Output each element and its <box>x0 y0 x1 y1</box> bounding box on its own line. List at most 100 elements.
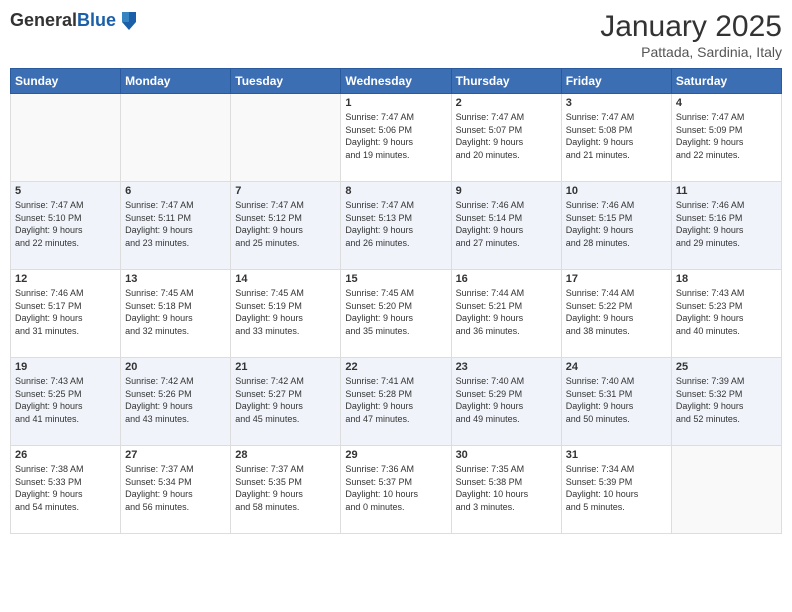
day-info: Sunrise: 7:47 AMSunset: 5:11 PMDaylight:… <box>125 199 226 249</box>
title-block: January 2025 Pattada, Sardinia, Italy <box>600 10 782 60</box>
calendar-cell: 11Sunrise: 7:46 AMSunset: 5:16 PMDayligh… <box>671 182 781 270</box>
calendar-col-header: Friday <box>561 69 671 94</box>
calendar-cell: 3Sunrise: 7:47 AMSunset: 5:08 PMDaylight… <box>561 94 671 182</box>
calendar-week-row: 5 Sunrise: 7:47 AMSunset: 5:10 PMDaylight… <box>11 182 782 270</box>
day-info: Sunrise: 7:44 AMSunset: 5:21 PMDaylight:… <box>456 287 557 337</box>
day-number: 30 <box>456 449 557 461</box>
day-number: 5 <box>15 185 116 197</box>
calendar-cell: 20 Sunrise: 7:42 AMSunset: 5:26 PMDayligh… <box>121 358 231 446</box>
calendar-col-header: Monday <box>121 69 231 94</box>
calendar-week-row: 19Sunrise: 7:43 AMSunset: 5:25 PMDayligh… <box>11 358 782 446</box>
calendar-cell: 7 Sunrise: 7:47 AMSunset: 5:12 PMDaylight… <box>231 182 341 270</box>
calendar-cell: 14 Sunrise: 7:45 AMSunset: 5:19 PMDayligh… <box>231 270 341 358</box>
day-info: Sunrise: 7:36 AMSunset: 5:37 PMDaylight:… <box>345 463 446 513</box>
calendar-cell: 23 Sunrise: 7:40 AMSunset: 5:29 PMDayligh… <box>451 358 561 446</box>
day-number: 2 <box>456 97 557 109</box>
calendar-col-header: Thursday <box>451 69 561 94</box>
day-number: 18 <box>676 273 777 285</box>
calendar-cell: 4Sunrise: 7:47 AMSunset: 5:09 PMDaylight… <box>671 94 781 182</box>
calendar-cell <box>671 446 781 534</box>
calendar-table: SundayMondayTuesdayWednesdayThursdayFrid… <box>10 68 782 534</box>
day-info: Sunrise: 7:42 AMSunset: 5:27 PMDaylight:… <box>235 375 336 425</box>
day-number: 27 <box>125 449 226 461</box>
calendar-cell: 21 Sunrise: 7:42 AMSunset: 5:27 PMDayligh… <box>231 358 341 446</box>
day-number: 12 <box>15 273 116 285</box>
calendar-cell: 27 Sunrise: 7:37 AMSunset: 5:34 PMDayligh… <box>121 446 231 534</box>
month-title: January 2025 <box>600 10 782 44</box>
day-info: Sunrise: 7:45 AMSunset: 5:18 PMDaylight:… <box>125 287 226 337</box>
day-info: Sunrise: 7:47 AMSunset: 5:07 PMDaylight:… <box>456 111 557 161</box>
day-info: Sunrise: 7:39 AMSunset: 5:32 PMDaylight:… <box>676 375 777 425</box>
calendar-cell: 5 Sunrise: 7:47 AMSunset: 5:10 PMDaylight… <box>11 182 121 270</box>
calendar-cell: 13 Sunrise: 7:45 AMSunset: 5:18 PMDayligh… <box>121 270 231 358</box>
calendar-container: GeneralBlue January 2025 Pattada, Sardin… <box>0 0 792 612</box>
day-info: Sunrise: 7:37 AMSunset: 5:34 PMDaylight:… <box>125 463 226 513</box>
calendar-cell <box>231 94 341 182</box>
calendar-cell: 24Sunrise: 7:40 AMSunset: 5:31 PMDayligh… <box>561 358 671 446</box>
logo: GeneralBlue <box>10 10 138 32</box>
day-number: 7 <box>235 185 336 197</box>
calendar-cell: 15 Sunrise: 7:45 AMSunset: 5:20 PMDayligh… <box>341 270 451 358</box>
day-info: Sunrise: 7:42 AMSunset: 5:26 PMDaylight:… <box>125 375 226 425</box>
calendar-col-header: Tuesday <box>231 69 341 94</box>
day-number: 8 <box>345 185 446 197</box>
day-number: 28 <box>235 449 336 461</box>
day-info: Sunrise: 7:47 AMSunset: 5:06 PMDaylight:… <box>345 111 446 161</box>
day-number: 17 <box>566 273 667 285</box>
day-number: 9 <box>456 185 557 197</box>
day-info: Sunrise: 7:37 AMSunset: 5:35 PMDaylight:… <box>235 463 336 513</box>
day-number: 15 <box>345 273 446 285</box>
calendar-cell: 31 Sunrise: 7:34 AMSunset: 5:39 PMDayligh… <box>561 446 671 534</box>
day-number: 16 <box>456 273 557 285</box>
calendar-cell: 25Sunrise: 7:39 AMSunset: 5:32 PMDayligh… <box>671 358 781 446</box>
day-info: Sunrise: 7:46 AMSunset: 5:16 PMDaylight:… <box>676 199 777 249</box>
calendar-cell <box>121 94 231 182</box>
calendar-cell: 19Sunrise: 7:43 AMSunset: 5:25 PMDayligh… <box>11 358 121 446</box>
day-number: 21 <box>235 361 336 373</box>
day-info: Sunrise: 7:45 AMSunset: 5:19 PMDaylight:… <box>235 287 336 337</box>
day-info: Sunrise: 7:47 AMSunset: 5:10 PMDaylight:… <box>15 199 116 249</box>
calendar-cell: 6Sunrise: 7:47 AMSunset: 5:11 PMDaylight… <box>121 182 231 270</box>
day-info: Sunrise: 7:46 AMSunset: 5:17 PMDaylight:… <box>15 287 116 337</box>
location: Pattada, Sardinia, Italy <box>600 44 782 60</box>
calendar-cell: 1 Sunrise: 7:47 AMSunset: 5:06 PMDaylight… <box>341 94 451 182</box>
day-number: 1 <box>345 97 446 109</box>
day-info: Sunrise: 7:46 AMSunset: 5:15 PMDaylight:… <box>566 199 667 249</box>
day-info: Sunrise: 7:38 AMSunset: 5:33 PMDaylight:… <box>15 463 116 513</box>
day-info: Sunrise: 7:45 AMSunset: 5:20 PMDaylight:… <box>345 287 446 337</box>
day-number: 29 <box>345 449 446 461</box>
day-info: Sunrise: 7:40 AMSunset: 5:29 PMDaylight:… <box>456 375 557 425</box>
day-number: 13 <box>125 273 226 285</box>
day-info: Sunrise: 7:41 AMSunset: 5:28 PMDaylight:… <box>345 375 446 425</box>
calendar-cell: 22 Sunrise: 7:41 AMSunset: 5:28 PMDayligh… <box>341 358 451 446</box>
calendar-col-header: Wednesday <box>341 69 451 94</box>
day-number: 20 <box>125 361 226 373</box>
day-number: 23 <box>456 361 557 373</box>
calendar-header-row: SundayMondayTuesdayWednesdayThursdayFrid… <box>11 69 782 94</box>
calendar-week-row: 26Sunrise: 7:38 AMSunset: 5:33 PMDayligh… <box>11 446 782 534</box>
day-info: Sunrise: 7:43 AMSunset: 5:23 PMDaylight:… <box>676 287 777 337</box>
day-info: Sunrise: 7:47 AMSunset: 5:09 PMDaylight:… <box>676 111 777 161</box>
day-number: 14 <box>235 273 336 285</box>
day-number: 31 <box>566 449 667 461</box>
calendar-cell: 8 Sunrise: 7:47 AMSunset: 5:13 PMDaylight… <box>341 182 451 270</box>
day-number: 22 <box>345 361 446 373</box>
calendar-cell: 29 Sunrise: 7:36 AMSunset: 5:37 PMDayligh… <box>341 446 451 534</box>
day-info: Sunrise: 7:47 AMSunset: 5:13 PMDaylight:… <box>345 199 446 249</box>
day-info: Sunrise: 7:34 AMSunset: 5:39 PMDaylight:… <box>566 463 667 513</box>
calendar-cell: 10 Sunrise: 7:46 AMSunset: 5:15 PMDayligh… <box>561 182 671 270</box>
logo-icon <box>118 10 138 32</box>
calendar-cell: 17Sunrise: 7:44 AMSunset: 5:22 PMDayligh… <box>561 270 671 358</box>
calendar-cell: 28 Sunrise: 7:37 AMSunset: 5:35 PMDayligh… <box>231 446 341 534</box>
logo-general: GeneralBlue <box>10 11 116 31</box>
calendar-col-header: Sunday <box>11 69 121 94</box>
day-number: 10 <box>566 185 667 197</box>
calendar-week-row: 1 Sunrise: 7:47 AMSunset: 5:06 PMDaylight… <box>11 94 782 182</box>
calendar-cell: 2 Sunrise: 7:47 AMSunset: 5:07 PMDaylight… <box>451 94 561 182</box>
day-number: 24 <box>566 361 667 373</box>
calendar-cell: 30Sunrise: 7:35 AMSunset: 5:38 PMDayligh… <box>451 446 561 534</box>
day-info: Sunrise: 7:47 AMSunset: 5:08 PMDaylight:… <box>566 111 667 161</box>
day-info: Sunrise: 7:47 AMSunset: 5:12 PMDaylight:… <box>235 199 336 249</box>
day-info: Sunrise: 7:43 AMSunset: 5:25 PMDaylight:… <box>15 375 116 425</box>
calendar-col-header: Saturday <box>671 69 781 94</box>
